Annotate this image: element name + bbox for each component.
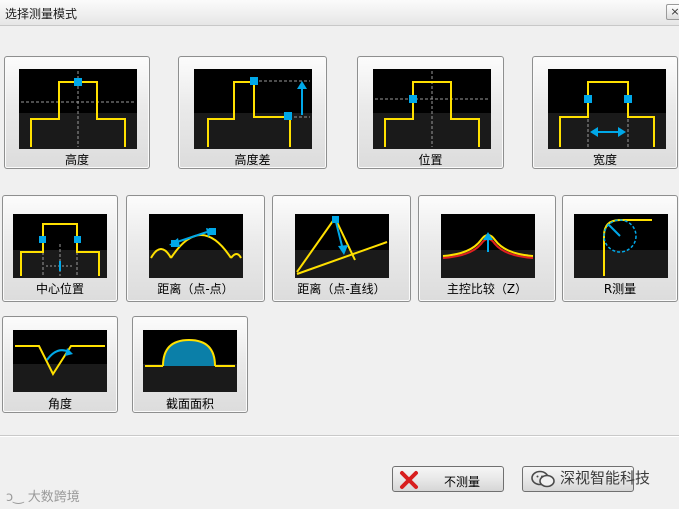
no-measure-button[interactable]: 不测量 [392,466,504,492]
center-position-icon [13,214,107,278]
position-profile-icon [373,69,491,149]
mode-width-label: 宽度 [592,153,617,167]
distance-point-line-icon [295,214,389,278]
watermark-corner: ↄ‿ 大数跨境 [6,486,80,505]
mode-height-difference-label: 高度差 [234,153,271,167]
footer-divider-highlight [0,436,679,437]
mode-distance-point-line-button[interactable]: 距离（点-直线） [272,195,411,302]
mode-height-label: 高度 [64,153,89,167]
mode-width-button[interactable]: 宽度 [532,56,678,169]
watermark-corner-text: 大数跨境 [27,490,80,505]
mode-center-position-button[interactable]: 中心位置 [2,195,118,302]
mode-distance-point-point-button[interactable]: 距离（点-点） [126,195,265,302]
mode-height-difference-button[interactable]: 高度差 [178,56,327,169]
mode-angle-label: 角度 [47,397,72,411]
mode-radius-measure-button[interactable]: R测量 [562,195,678,302]
mode-grid: 高度 高度差 位置 宽度 中心位置 距离（点-点） 距离（点-直线） 主控比较（… [0,34,679,434]
red-x-icon [400,471,418,489]
mode-center-position-label: 中心位置 [35,282,84,296]
mode-position-button[interactable]: 位置 [357,56,504,169]
height-difference-icon [194,69,312,149]
angle-measure-icon [13,330,107,392]
mode-cross-section-area-label: 截面面积 [165,397,214,411]
mode-radius-measure-label: R测量 [603,282,637,296]
width-profile-icon [548,69,666,149]
mode-angle-button[interactable]: 角度 [2,316,118,413]
master-compare-icon [441,214,535,278]
close-button[interactable]: × [666,4,679,20]
mode-distance-point-line-label: 距离（点-直线） [297,282,386,296]
mode-distance-point-point-label: 距离（点-点） [157,282,234,296]
mode-position-label: 位置 [418,153,443,167]
distance-point-point-icon [149,214,243,278]
watermark-brand-text: 深视智能科技 [560,469,651,487]
wechat-icon [531,470,555,487]
window-title: 选择测量模式 [5,7,78,21]
radius-measure-icon [574,214,668,278]
height-profile-icon [19,69,137,149]
cross-section-area-icon [143,330,237,392]
no-measure-label: 不测量 [443,475,480,489]
title-bar: 选择测量模式 × [0,0,679,26]
watermark-brand: 深视智能科技 [530,467,650,489]
mode-cross-section-area-button[interactable]: 截面面积 [132,316,248,413]
mode-height-button[interactable]: 高度 [4,56,150,169]
mode-master-compare-z-button[interactable]: 主控比较（Z） [418,195,556,302]
corner-logo-icon: ↄ‿ [6,490,28,505]
mode-master-compare-z-label: 主控比较（Z） [446,282,528,296]
